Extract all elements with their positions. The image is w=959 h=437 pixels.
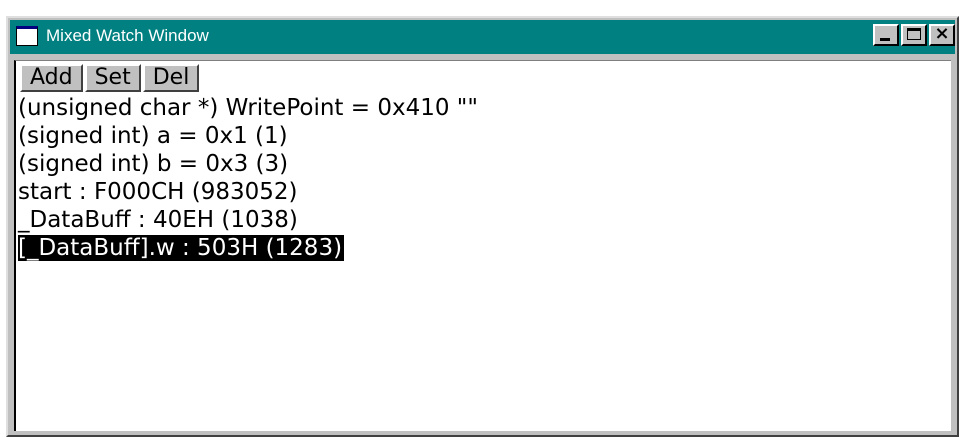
watch-panel: Add Set Del (unsigned char *) WritePoint… [14, 60, 951, 431]
add-button[interactable]: Add [20, 64, 83, 92]
maximize-button[interactable] [901, 24, 927, 46]
watch-item-text: (unsigned char *) WritePoint = 0x410 "" [18, 95, 478, 121]
watch-item[interactable]: (signed int) a = 0x1 (1) [18, 122, 951, 150]
watch-item-text: [_DataBuff].w : 503H (1283) [18, 235, 345, 261]
title-bar[interactable]: Mixed Watch Window × [10, 20, 955, 54]
watch-item-text: (signed int) b = 0x3 (3) [18, 151, 289, 177]
watch-item[interactable]: _DataBuff : 40EH (1038) [18, 206, 951, 234]
close-icon: × [934, 23, 950, 44]
minimize-button[interactable] [873, 24, 899, 46]
watch-item[interactable]: (unsigned char *) WritePoint = 0x410 "" [18, 94, 951, 122]
window-controls: × [871, 23, 955, 48]
mixed-watch-window: Mixed Watch Window × Add Set Del (unsign… [6, 16, 959, 437]
watch-item[interactable]: (signed int) b = 0x3 (3) [18, 150, 951, 178]
minimize-icon [880, 38, 890, 41]
watch-item-text: _DataBuff : 40EH (1038) [18, 207, 298, 233]
del-button[interactable]: Del [142, 64, 200, 92]
window-title: Mixed Watch Window [46, 26, 209, 45]
maximize-icon [907, 28, 921, 40]
set-button[interactable]: Set [84, 64, 141, 92]
app-window-icon[interactable] [16, 26, 38, 46]
watch-item-selected[interactable]: [_DataBuff].w : 503H (1283) [18, 234, 951, 262]
watch-toolbar: Add Set Del [20, 64, 201, 92]
watch-item[interactable]: start : F000CH (983052) [18, 178, 951, 206]
watch-item-text: start : F000CH (983052) [18, 179, 298, 205]
watch-item-text: (signed int) a = 0x1 (1) [18, 123, 288, 149]
watch-list: (unsigned char *) WritePoint = 0x410 "" … [18, 94, 951, 262]
close-button[interactable]: × [929, 23, 955, 46]
